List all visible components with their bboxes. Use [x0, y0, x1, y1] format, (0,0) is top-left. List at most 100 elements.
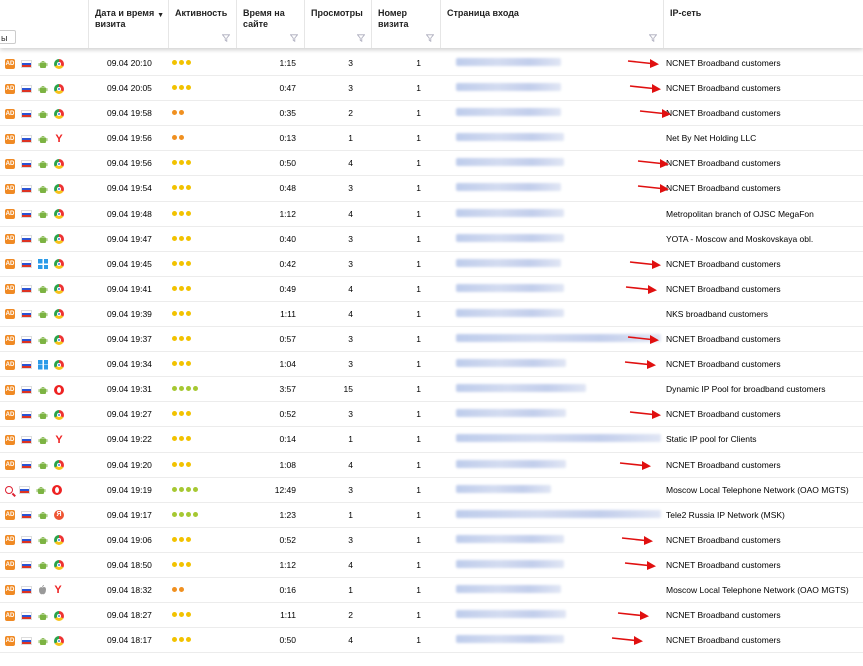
visit-datetime[interactable]: 09.04 19:47 — [107, 227, 152, 251]
visit-datetime[interactable]: 09.04 19:31 — [107, 377, 152, 401]
chrome-icon — [54, 610, 64, 621]
table-row[interactable]: AD 09.04 18:50 1:12 4 1 NCNET Broadband custo… — [0, 553, 863, 578]
android-icon — [38, 535, 48, 545]
visit-number: 1 — [416, 258, 421, 269]
visit-datetime[interactable]: 09.04 20:10 — [107, 51, 152, 75]
table-row[interactable]: AD Y 09.04 18:32 0:16 1 1 Moscow Local Telepho… — [0, 578, 863, 604]
table-row[interactable]: AD 09.04 19:31 3:57 15 1 Dynamic IP Pool for … — [0, 377, 863, 403]
visit-datetime[interactable]: 09.04 18:50 — [107, 553, 152, 577]
blurred-url — [456, 409, 566, 418]
row-icons: AD — [5, 409, 64, 420]
filter-icon[interactable] — [290, 34, 298, 42]
visit-datetime[interactable]: 09.04 19:54 — [107, 176, 152, 200]
table-row[interactable]: AD 09.04 19:06 0:52 3 1 NCNET Broadband custo… — [0, 528, 863, 553]
apple-icon — [38, 585, 47, 595]
visit-datetime[interactable]: 09.04 20:05 — [107, 76, 152, 100]
visit-datetime[interactable]: 09.04 19:37 — [107, 327, 152, 351]
visit-datetime[interactable]: 09.04 19:58 — [107, 101, 152, 125]
visit-datetime[interactable]: 09.04 18:32 — [107, 578, 152, 602]
ip-network: Dynamic IP Pool for broadband customers — [666, 384, 826, 395]
table-row[interactable]: AD 09.04 20:10 1:15 3 1 NCNET Broadband custo… — [0, 51, 863, 77]
table-row[interactable]: AD 09.04 19:48 1:12 4 1 Metropolitan branch o… — [0, 202, 863, 227]
filter-icon[interactable] — [649, 34, 657, 42]
filter-icon[interactable] — [426, 34, 434, 42]
filter-icon[interactable] — [222, 34, 230, 42]
chrome-icon — [54, 58, 64, 69]
ip-network: NCNET Broadband customers — [666, 108, 781, 119]
visit-datetime[interactable]: 09.04 19:39 — [107, 302, 152, 326]
russia-flag-icon — [21, 260, 32, 269]
column-header-activity[interactable]: Активность — [168, 0, 236, 48]
visit-datetime[interactable]: 09.04 19:56 — [107, 151, 152, 175]
column-header-ip-network[interactable]: IP-сеть — [663, 0, 863, 48]
visit-datetime[interactable]: 09.04 19:45 — [107, 252, 152, 276]
russia-flag-icon — [21, 435, 32, 444]
russia-flag-icon — [21, 59, 32, 68]
visit-datetime[interactable]: 09.04 19:17 — [107, 503, 152, 527]
table-row[interactable]: AD 09.04 19:27 0:52 3 1 NCNET Broadband custo… — [0, 402, 863, 428]
activity-dots — [172, 210, 191, 217]
red-arrow-annotation — [637, 159, 669, 169]
visit-datetime[interactable]: 09.04 19:22 — [107, 427, 152, 451]
visit-datetime[interactable]: 09.04 19:27 — [107, 402, 152, 426]
table-row[interactable]: AD 09.04 19:45 0:42 3 1 NCNET Broadband custo… — [0, 252, 863, 277]
yandex-icon: Y — [55, 132, 63, 145]
row-icons: AD — [5, 460, 64, 471]
russia-flag-icon — [19, 486, 30, 495]
chrome-icon — [54, 158, 64, 169]
table-row[interactable]: AD 09.04 19:56 0:50 4 1 NCNET Broadband custo… — [0, 151, 863, 177]
table-row[interactable]: AD 09.04 19:47 0:40 3 1 YOTA - Moscow and Mos… — [0, 227, 863, 252]
row-icons: AD — [5, 183, 64, 194]
table-row[interactable]: AD 09.04 19:39 1:11 4 1 NKS broadband custome… — [0, 302, 863, 328]
red-arrow-annotation — [617, 611, 649, 621]
visit-datetime[interactable]: 09.04 19:20 — [107, 453, 152, 477]
table-row[interactable]: AD 09.04 19:20 1:08 4 1 NCNET Broadband custo… — [0, 453, 863, 478]
table-row[interactable]: AD 09.04 19:58 0:35 2 1 NCNET Broadband custo… — [0, 101, 863, 127]
russia-flag-icon — [21, 410, 32, 419]
table-row[interactable]: AD 09.04 19:34 1:04 3 1 NCNET Broadband custo… — [0, 352, 863, 378]
column-header-visit-number[interactable]: Номер визита — [371, 0, 440, 48]
column-header-label: Страница входа — [447, 8, 519, 18]
russia-flag-icon — [21, 636, 32, 645]
table-row[interactable]: AD 09.04 19:54 0:48 3 1 NCNET Broadband custo… — [0, 176, 863, 202]
visit-datetime[interactable]: 09.04 19:19 — [107, 478, 152, 502]
visit-number: 1 — [416, 183, 421, 194]
table-row[interactable]: AD 09.04 19:41 0:49 4 1 NCNET Broadband custo… — [0, 277, 863, 302]
visit-number: 1 — [416, 58, 421, 68]
table-row[interactable]: AD 09.04 19:37 0:57 3 1 NCNET Broadband custo… — [0, 327, 863, 353]
table-row[interactable]: AD Я 09.04 19:17 1:23 1 1 Tele2 Russia IP Netw… — [0, 503, 863, 528]
activity-dot — [179, 361, 184, 367]
column-header-date[interactable]: Дата и время визита ▼ — [88, 0, 168, 48]
time-on-site: 0:49 — [279, 283, 296, 294]
visit-datetime[interactable]: 09.04 18:17 — [107, 628, 152, 652]
column-header-time-on-site[interactable]: Время на сайте — [236, 0, 304, 48]
red-arrow-annotation — [624, 360, 656, 370]
activity-dot — [179, 135, 184, 141]
table-row[interactable]: AD 09.04 18:17 0:50 4 1 NCNET Broadband custo… — [0, 628, 863, 654]
ip-network: NCNET Broadband customers — [666, 635, 781, 646]
column-header-landing-page[interactable]: Страница входа — [440, 0, 663, 48]
visit-datetime[interactable]: 09.04 18:27 — [107, 603, 152, 627]
chrome-icon — [54, 334, 64, 345]
visit-datetime[interactable]: 09.04 19:06 — [107, 528, 152, 552]
visit-datetime[interactable]: 09.04 19:41 — [107, 277, 152, 301]
column-search-input[interactable]: ы — [0, 30, 16, 44]
blurred-url — [456, 258, 561, 267]
table-row[interactable]: AD Y 09.04 19:22 0:14 1 1 Static IP pool for C… — [0, 427, 863, 453]
activity-dot — [186, 486, 191, 492]
visit-datetime[interactable]: 09.04 19:34 — [107, 352, 152, 376]
filter-icon[interactable] — [357, 34, 365, 42]
russia-flag-icon — [21, 285, 32, 294]
table-row[interactable]: 09.04 19:19 12:49 3 1 Moscow Local Telephone… — [0, 478, 863, 503]
visit-datetime[interactable]: 09.04 19:56 — [107, 126, 152, 150]
table-row[interactable]: AD Y 09.04 19:56 0:13 1 1 Net By Net Holding L… — [0, 126, 863, 152]
activity-dots — [172, 411, 191, 417]
visit-datetime[interactable]: 09.04 19:48 — [107, 202, 152, 226]
ip-network: Net By Net Holding LLC — [666, 133, 757, 144]
sort-desc-icon[interactable]: ▼ — [157, 10, 164, 21]
table-row[interactable]: AD 09.04 18:27 1:11 2 1 NCNET Broadband custo… — [0, 603, 863, 629]
android-icon — [38, 309, 48, 319]
ad-source-icon: AD — [5, 58, 15, 69]
column-header-views[interactable]: Просмотры — [304, 0, 371, 48]
table-row[interactable]: AD 09.04 20:05 0:47 3 1 NCNET Broadband custo… — [0, 76, 863, 102]
